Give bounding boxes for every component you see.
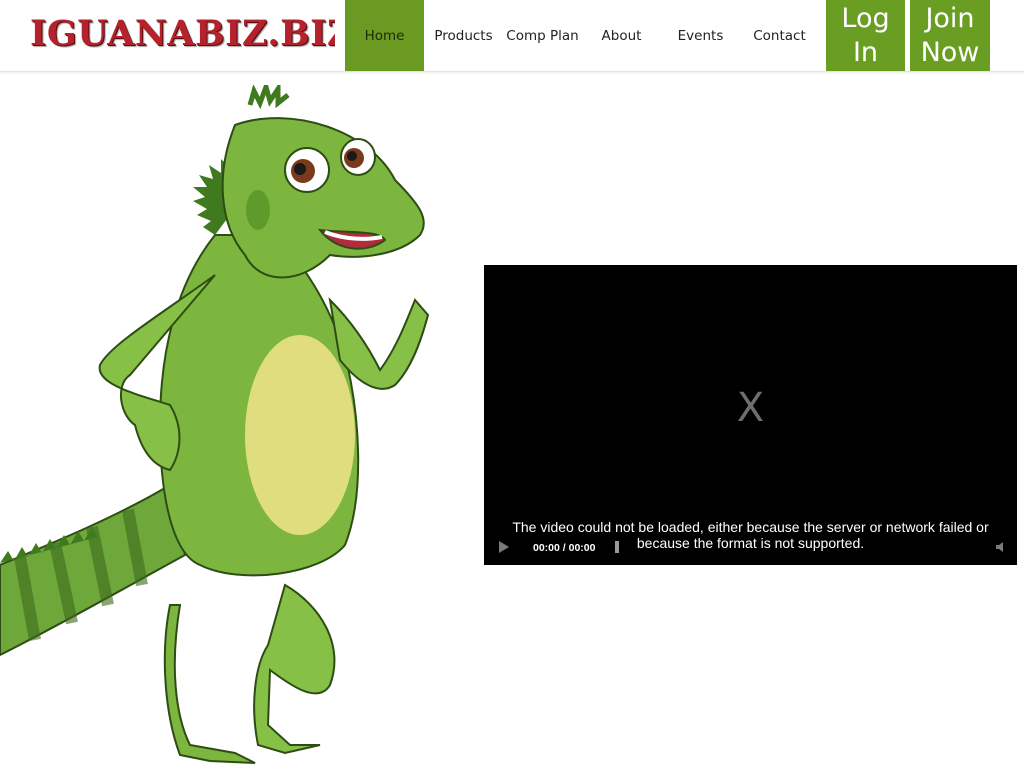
site-header: IGUANABIZ.BIZ Home Products Comp Plan Ab… <box>0 0 1024 72</box>
nav-products[interactable]: Products <box>424 0 503 71</box>
join-line1: Join <box>925 2 975 34</box>
volume-icon[interactable] <box>995 541 1007 553</box>
nav-home[interactable]: Home <box>345 0 424 71</box>
nav-contact[interactable]: Contact <box>740 0 819 71</box>
nav-comp-plan[interactable]: Comp Plan <box>503 0 582 71</box>
video-player[interactable]: X The video could not be loaded, either … <box>484 265 1017 565</box>
join-now-button[interactable]: Join Now <box>910 0 990 71</box>
login-button[interactable]: Log In <box>826 0 905 71</box>
site-logo[interactable]: IGUANABIZ.BIZ <box>30 12 335 56</box>
video-scrubber[interactable] <box>615 541 619 553</box>
nav-events[interactable]: Events <box>661 0 740 71</box>
video-error-icon: X <box>736 385 765 431</box>
nav-about[interactable]: About <box>582 0 661 71</box>
iguana-mascot-image <box>0 85 430 764</box>
play-icon[interactable] <box>499 541 509 553</box>
login-line2: In <box>852 36 879 68</box>
login-line1: Log <box>841 2 890 34</box>
join-line2: Now <box>920 36 980 68</box>
video-time-display: 00:00 / 00:00 <box>533 542 596 554</box>
main-nav: Home Products Comp Plan About Events Con… <box>345 0 819 71</box>
